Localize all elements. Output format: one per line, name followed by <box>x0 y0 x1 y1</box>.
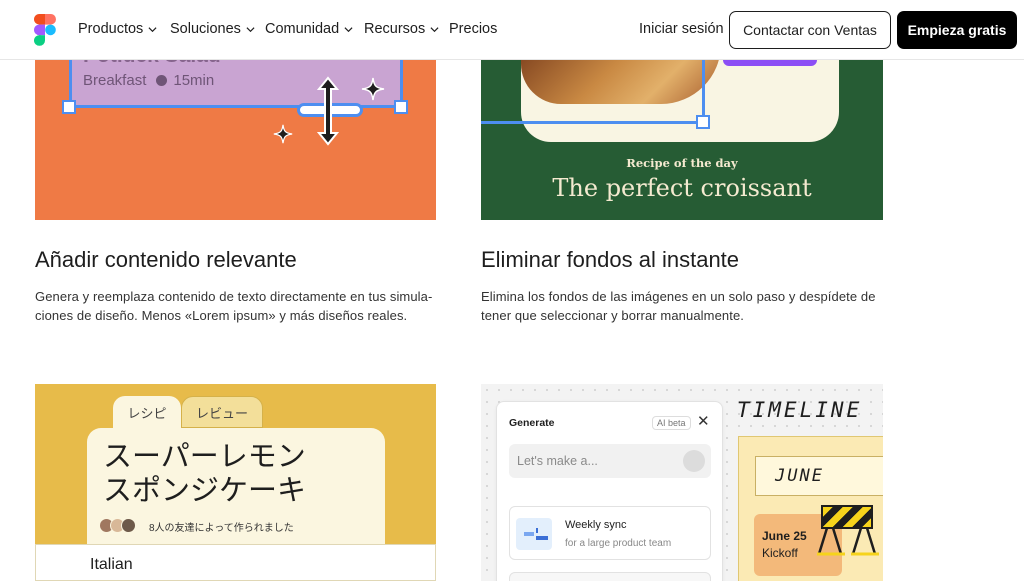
cuisine-label: Italian <box>90 556 133 573</box>
sparkle-icon <box>273 124 293 144</box>
event-date: June 25 <box>762 529 807 543</box>
chevron-down-icon <box>246 26 255 32</box>
selection-handle <box>62 100 76 114</box>
login-label: Iniciar sesión <box>639 21 724 37</box>
recipe-title-line: スポンジケーキ <box>103 475 307 507</box>
card-description: Genera y reemplaza contenido de texto di… <box>35 287 432 325</box>
card-image-relevant-content: Potluck Salad Breakfast 15min <box>35 60 436 220</box>
login-link[interactable]: Iniciar sesión <box>639 21 724 37</box>
friends-count: 8人の友達によって作られました <box>149 523 294 534</box>
recipe-kicker: Recipe of the day <box>626 156 738 170</box>
recipe-title-line: スーパーレモン <box>103 441 306 473</box>
card-title: Añadir contenido relevante <box>35 247 297 272</box>
template-item <box>509 572 711 581</box>
ai-beta-badge: AI beta <box>652 416 691 430</box>
avatar-group <box>99 518 136 533</box>
tab-review: レビュー <box>181 396 263 428</box>
nav-label: Soluciones <box>170 21 241 37</box>
card-description-line: ciones de diseño. Menos «Lorem ipsum» y … <box>35 308 408 323</box>
card-title: Eliminar fondos al instante <box>481 247 740 272</box>
template-thumbnail-icon <box>516 518 552 550</box>
close-icon: ✕ <box>697 413 710 430</box>
sparkle-icon <box>683 450 705 472</box>
purple-button-mock <box>723 60 817 66</box>
chevron-down-icon <box>430 26 439 32</box>
nav-label: Precios <box>449 21 498 37</box>
generate-title: Generate <box>509 417 555 429</box>
chevron-down-icon <box>344 26 353 32</box>
card-description-line: Elimina los fondos de las imágenes en un… <box>481 289 876 304</box>
nav-precios[interactable]: Precios <box>449 21 497 37</box>
construction-barrier-icon <box>821 505 873 529</box>
figma-logo-icon[interactable] <box>34 14 56 46</box>
selection-frame <box>481 60 705 124</box>
month-label: JUNE <box>775 466 824 486</box>
template-subtitle: for a large product team <box>565 538 672 549</box>
card-image-translate: レビュー レシピ スーパーレモン スポンジケーキ 8人の友達によって作られました… <box>35 384 436 581</box>
nav-comunidad[interactable]: Comunidad <box>265 21 353 37</box>
nav-soluciones[interactable]: Soluciones <box>170 21 255 37</box>
nav-productos[interactable]: Productos <box>78 21 157 37</box>
start-free-button[interactable]: Empieza gratis <box>897 11 1017 49</box>
tab-recipe: レシピ <box>113 396 181 428</box>
prompt-placeholder: Let's make a... <box>517 454 598 468</box>
template-item: Weekly sync for a large product team <box>509 506 711 560</box>
nav-recursos[interactable]: Recursos <box>364 21 439 37</box>
template-title: Weekly sync <box>565 519 627 531</box>
chevron-down-icon <box>148 26 157 32</box>
selection-handle <box>696 115 710 129</box>
card-description-line: tener que seleccionar y borrar manualmen… <box>481 308 744 323</box>
timeline-heading: TIMELINE <box>737 398 863 422</box>
nav-label: Recursos <box>364 21 426 37</box>
top-navbar: Productos Soluciones Comunidad Recursos … <box>0 0 1024 60</box>
contact-sales-button[interactable]: Contactar con Ventas <box>729 11 891 49</box>
barrier-legs-icon <box>817 528 879 556</box>
selection-handle <box>394 100 408 114</box>
recipe-title-jp: スーパーレモン スポンジケーキ <box>103 440 306 508</box>
recipe-headline: The perfect croissant <box>552 174 812 202</box>
prompt-input: Let's make a... <box>509 444 711 478</box>
card-image-generate: Generate AI beta ✕ Let's make a... Weekl… <box>481 384 883 581</box>
avatar <box>121 518 136 533</box>
resize-vertical-icon <box>316 76 340 146</box>
card-description-line: Genera y reemplaza contenido de texto di… <box>35 289 433 304</box>
event-name: Kickoff <box>762 546 798 560</box>
card-description: Elimina los fondos de las imágenes en un… <box>481 287 876 325</box>
nav-label: Comunidad <box>265 21 340 37</box>
card-image-remove-background: Recipe of the day The perfect croissant <box>481 60 883 220</box>
sparkle-icon <box>361 77 385 101</box>
generate-panel: Generate AI beta ✕ Let's make a... Weekl… <box>496 401 723 581</box>
nav-label: Productos <box>78 21 144 37</box>
timeline-thumb-icon <box>524 528 548 540</box>
selection-frame <box>69 60 403 108</box>
